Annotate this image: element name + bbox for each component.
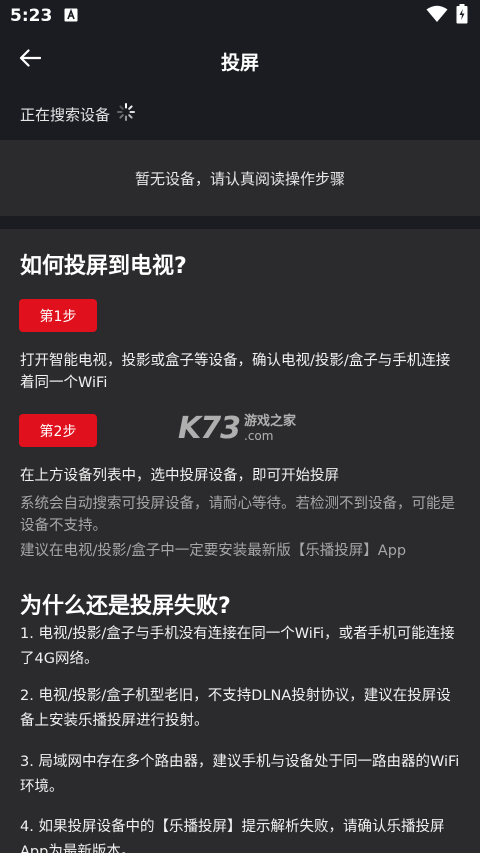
- a-notification-icon: [64, 7, 78, 26]
- guide-card: 如何投屏到电视? 第1步 打开智能电视，投影或盒子等设备，确认电视/投影/盒子与…: [0, 229, 480, 853]
- status-time: 5:23: [10, 6, 53, 26]
- page-title: 投屏: [220, 51, 259, 74]
- status-bar: 5:23: [0, 0, 480, 32]
- watermark-logo: K73 游戏之家 .com: [178, 411, 296, 446]
- empty-device-message: 暂无设备，请认真阅读操作步骤: [134, 169, 345, 188]
- step-2-note: 系统会自动搜索可投屏设备，请耐心等待。若检测不到设备，可能是设备不支持。: [20, 496, 455, 534]
- search-status-label: 正在搜索设备: [20, 105, 111, 124]
- reason-item: 1. 电视/投影/盒子与手机没有连接在同一个WiFi，或者手机可能连接了4G网络…: [20, 626, 455, 667]
- step-2-badge: 第2步: [19, 414, 97, 447]
- watermark-brand: K73: [178, 411, 241, 446]
- watermark-tagline: 游戏之家: [244, 413, 297, 429]
- wifi-icon: [426, 5, 448, 27]
- back-button[interactable]: [10, 40, 50, 80]
- step-2-text: 在上方设备列表中，选中投屏设备，即可开始投屏: [20, 468, 339, 484]
- app-bar: 投屏: [0, 32, 480, 90]
- step-1-badge: 第1步: [19, 299, 97, 332]
- battery-icon: [456, 4, 468, 28]
- back-arrow-icon: [19, 49, 42, 71]
- reason-item: 3. 局域网中存在多个路由器，建议手机与设备处于同一路由器的WiFi环境。: [20, 754, 460, 795]
- step-2-advice: 建议在电视/投影/盒子中一定要安装最新版【乐播投屏】App: [20, 543, 407, 559]
- why-fail-title: 为什么还是投屏失败?: [20, 594, 231, 619]
- watermark-domain: .com: [244, 428, 274, 443]
- reason-item: 2. 电视/投影/盒子机型老旧，不支持DLNA投射协议，建议在投屏设备上安装乐播…: [20, 688, 451, 729]
- search-status: 正在搜索设备: [20, 100, 136, 128]
- how-to-title: 如何投屏到电视?: [20, 254, 187, 279]
- step-1-text: 打开智能电视，投影或盒子等设备，确认电视/投影/盒子与手机连接着同一个WiFi: [20, 353, 451, 391]
- reason-item: 4. 如果投屏设备中的【乐播投屏】提示解析失败，请确认乐播投屏App为最新版本。: [20, 819, 445, 853]
- loading-spinner-icon: [116, 102, 136, 126]
- empty-device-list: 暂无设备，请认真阅读操作步骤: [0, 140, 480, 216]
